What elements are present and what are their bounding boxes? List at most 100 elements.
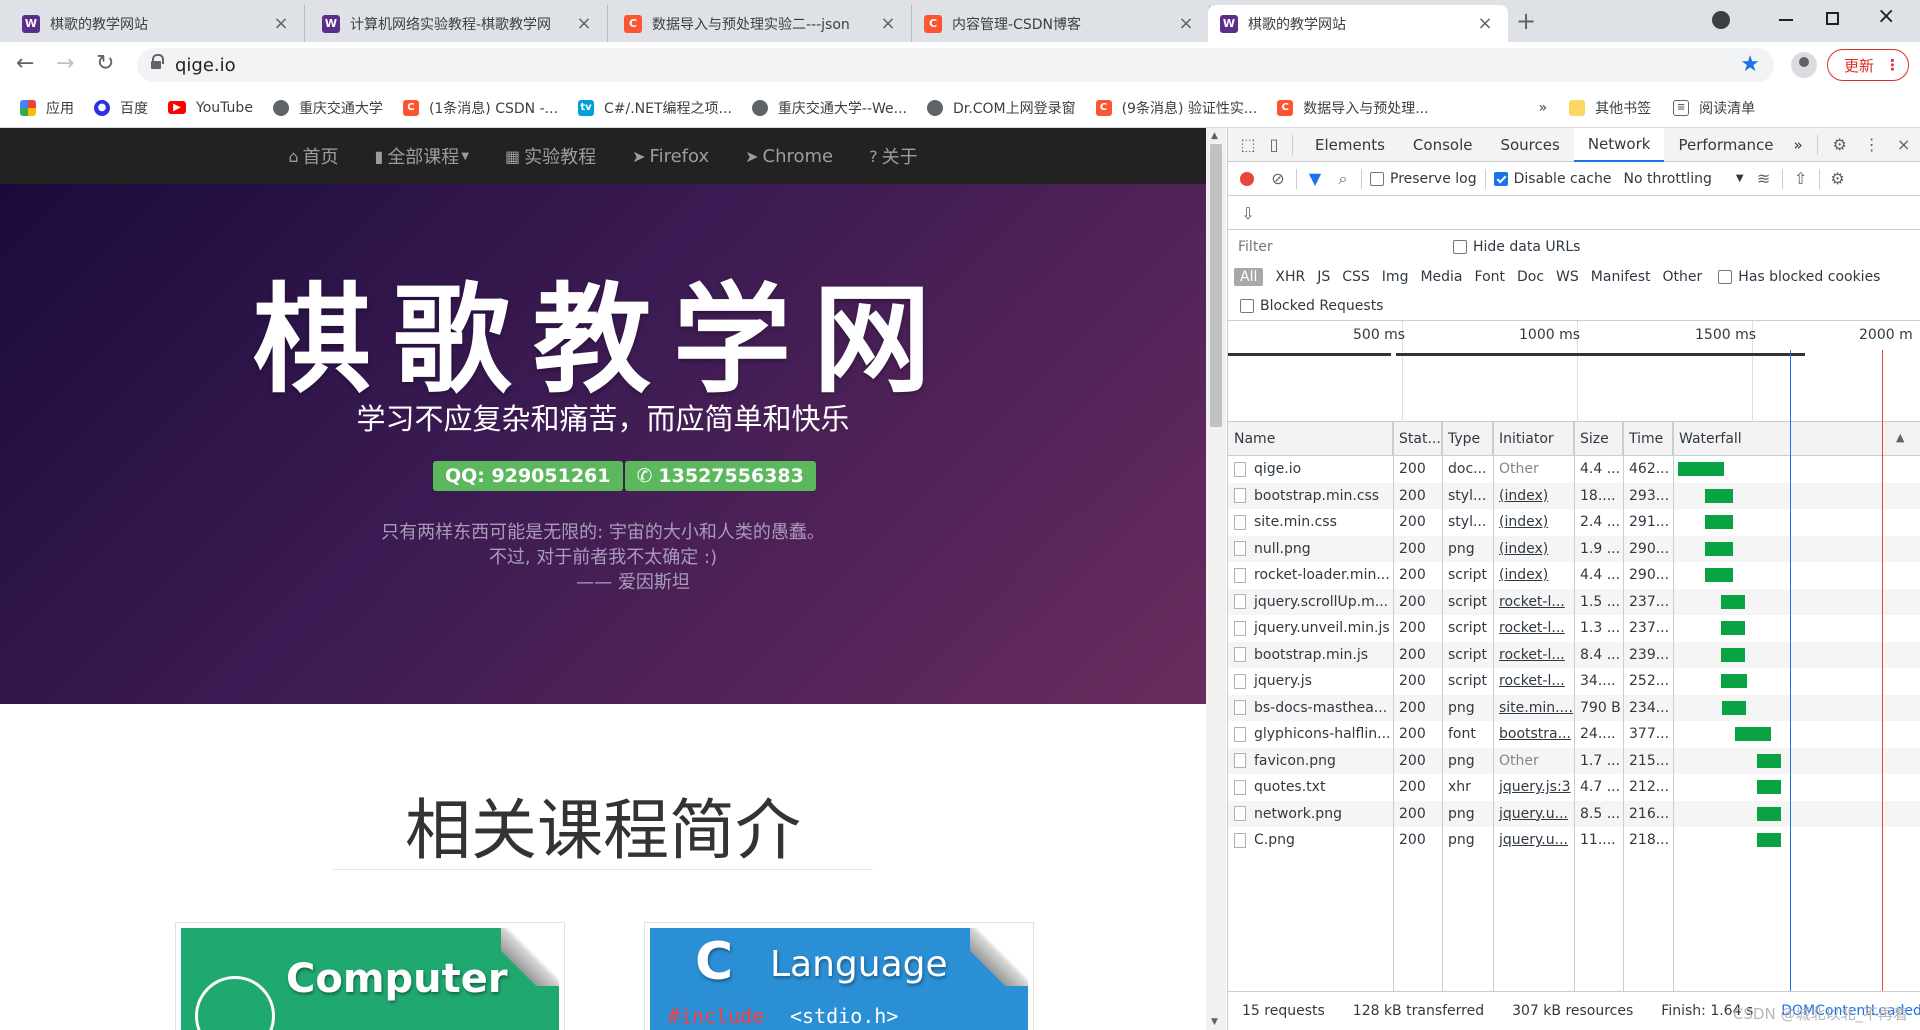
- cell-initiator[interactable]: jquery.u...: [1493, 801, 1574, 827]
- cell-initiator[interactable]: Other: [1493, 748, 1574, 774]
- column-initiator[interactable]: Initiator: [1493, 422, 1574, 456]
- record-icon[interactable]: [1240, 171, 1254, 186]
- type-filter-all[interactable]: All: [1234, 268, 1264, 286]
- type-filter-other[interactable]: Other: [1663, 269, 1703, 285]
- page-scrollbar[interactable]: ▲ ▼: [1206, 128, 1226, 1030]
- bookmark-drcom[interactable]: Dr.COM上网登录窗: [927, 98, 1076, 118]
- back-icon[interactable]: ←: [16, 51, 34, 76]
- blocked-requests-checkbox[interactable]: Blocked Requests: [1240, 298, 1383, 314]
- type-filter-ws[interactable]: WS: [1556, 269, 1579, 285]
- clear-icon[interactable]: ⊘: [1268, 169, 1288, 189]
- update-button[interactable]: 更新 ⋮: [1827, 49, 1909, 81]
- close-icon[interactable]: ×: [877, 13, 899, 34]
- checkbox[interactable]: [1370, 171, 1384, 186]
- cell-initiator[interactable]: site.min....: [1493, 695, 1574, 721]
- network-conditions-icon[interactable]: ≋: [1754, 169, 1774, 189]
- close-icon[interactable]: ×: [573, 13, 595, 34]
- browser-tab-active[interactable]: W 棋歌的教学网站 ×: [1208, 5, 1508, 42]
- cell-initiator[interactable]: bootstra...: [1493, 721, 1574, 747]
- lock-icon[interactable]: [151, 54, 164, 71]
- nav-chrome[interactable]: ➤ Chrome: [745, 146, 833, 167]
- cell-name[interactable]: network.png: [1228, 801, 1393, 827]
- more-tabs-button[interactable]: »: [1788, 128, 1809, 162]
- column-time[interactable]: Time: [1623, 422, 1673, 456]
- cell-name[interactable]: jquery.scrollUp.m...: [1228, 589, 1393, 615]
- timeline-overview[interactable]: 500 ms 1000 ms 1500 ms 2000 m: [1228, 320, 1920, 423]
- bookmarks-more-button[interactable]: »: [1539, 100, 1548, 116]
- cell-initiator[interactable]: (index): [1493, 562, 1574, 588]
- gear-icon[interactable]: ⚙: [1830, 135, 1850, 155]
- cell-initiator[interactable]: rocket-l...: [1493, 668, 1574, 694]
- waterfall-bar[interactable]: [1756, 806, 1781, 821]
- type-filter-css[interactable]: CSS: [1342, 269, 1370, 285]
- close-icon[interactable]: ×: [1175, 13, 1197, 34]
- profile-avatar[interactable]: [1791, 52, 1817, 78]
- waterfall-bar[interactable]: [1704, 568, 1733, 582]
- filter-icon[interactable]: ▼: [1305, 169, 1325, 189]
- export-har-icon[interactable]: ⇩: [1238, 203, 1258, 223]
- cell-name[interactable]: quotes.txt: [1228, 774, 1393, 800]
- other-bookmarks[interactable]: 其他书签: [1569, 98, 1651, 118]
- cell-initiator[interactable]: jquery.js:3: [1493, 774, 1574, 800]
- sort-up-icon[interactable]: ▲: [1896, 431, 1904, 444]
- cell-initiator[interactable]: (index): [1493, 509, 1574, 535]
- close-window-icon[interactable]: ×: [1877, 4, 1895, 29]
- column-size[interactable]: Size: [1574, 422, 1623, 456]
- waterfall-bar[interactable]: [1720, 621, 1745, 635]
- scrollbar-thumb[interactable]: [1210, 144, 1222, 427]
- checkbox[interactable]: [1240, 299, 1254, 313]
- bookmark-csdn-1[interactable]: C (1条消息) CSDN -...: [402, 98, 558, 118]
- bookmark-bilibili[interactable]: tv C#/.NET编程之项...: [578, 98, 732, 118]
- waterfall-bar[interactable]: [1704, 515, 1733, 529]
- more-menu-icon[interactable]: ⋮: [1885, 56, 1900, 74]
- type-filter-font[interactable]: Font: [1475, 269, 1505, 285]
- nav-firefox[interactable]: ➤ Firefox: [632, 146, 709, 167]
- cell-initiator[interactable]: (index): [1493, 536, 1574, 562]
- url-text[interactable]: qige.io: [175, 55, 236, 76]
- waterfall-bar[interactable]: [1734, 727, 1772, 741]
- nav-about[interactable]: ? 关于: [869, 143, 918, 169]
- cell-name[interactable]: favicon.png: [1228, 748, 1393, 774]
- kebab-menu-icon[interactable]: ⋮: [1862, 135, 1882, 155]
- type-filter-media[interactable]: Media: [1420, 269, 1462, 285]
- cell-name[interactable]: rocket-loader.min...: [1228, 562, 1393, 588]
- cell-name[interactable]: bootstrap.min.js: [1228, 642, 1393, 668]
- bookmark-star-icon[interactable]: ★: [1740, 52, 1760, 77]
- cell-name[interactable]: qige.io: [1228, 456, 1393, 482]
- has-blocked-cookies-checkbox[interactable]: Has blocked cookies: [1718, 269, 1880, 285]
- cell-initiator[interactable]: jquery.u...: [1493, 827, 1574, 853]
- bookmark-csdn-3[interactable]: C 数据导入与预处理...: [1277, 98, 1429, 118]
- close-icon[interactable]: ×: [1474, 13, 1496, 34]
- bookmark-youtube[interactable]: ▶ YouTube: [168, 100, 253, 116]
- waterfall-bar[interactable]: [1704, 488, 1733, 503]
- scroll-up-icon[interactable]: ▲: [1211, 131, 1218, 141]
- reload-icon[interactable]: ↻: [96, 51, 114, 76]
- tab-performance[interactable]: Performance: [1664, 128, 1787, 162]
- cell-name[interactable]: glyphicons-halflin...: [1228, 721, 1393, 747]
- bookmark-cqjtu-we[interactable]: 重庆交通大学--We...: [751, 98, 907, 118]
- waterfall-bar[interactable]: [1720, 674, 1747, 688]
- tab-elements[interactable]: Elements: [1301, 128, 1399, 162]
- preserve-log-checkbox[interactable]: Preserve log: [1370, 171, 1477, 187]
- type-filter-img[interactable]: Img: [1382, 269, 1409, 285]
- waterfall-bar[interactable]: [1720, 594, 1745, 609]
- cell-initiator[interactable]: (index): [1493, 483, 1574, 509]
- bookmark-baidu[interactable]: ● 百度: [94, 98, 148, 118]
- new-tab-button[interactable]: +: [1516, 7, 1536, 35]
- checkbox[interactable]: [1493, 171, 1508, 186]
- waterfall-bar[interactable]: [1720, 647, 1745, 662]
- waterfall-bar[interactable]: [1678, 462, 1724, 476]
- restore-icon[interactable]: [1826, 12, 1839, 25]
- throttling-select[interactable]: No throttling ▼: [1623, 171, 1743, 187]
- browser-tab-4[interactable]: C 内容管理-CSDN博客 ×: [912, 5, 1210, 42]
- nav-lab-tutorial[interactable]: ▦ 实验教程: [505, 143, 596, 169]
- cell-initiator[interactable]: rocket-l...: [1493, 589, 1574, 615]
- tab-search-icon[interactable]: [1712, 11, 1730, 29]
- gear-icon[interactable]: ⚙: [1828, 169, 1848, 189]
- column-name[interactable]: Name: [1228, 422, 1393, 456]
- bookmark-csdn-2[interactable]: C (9条消息) 验证性实...: [1095, 98, 1257, 118]
- cell-initiator[interactable]: rocket-l...: [1493, 642, 1574, 668]
- type-filter-doc[interactable]: Doc: [1517, 269, 1544, 285]
- browser-tab-3[interactable]: C 数据导入与预处理实验二---json ×: [612, 5, 912, 42]
- column-status[interactable]: Stat...: [1393, 422, 1442, 456]
